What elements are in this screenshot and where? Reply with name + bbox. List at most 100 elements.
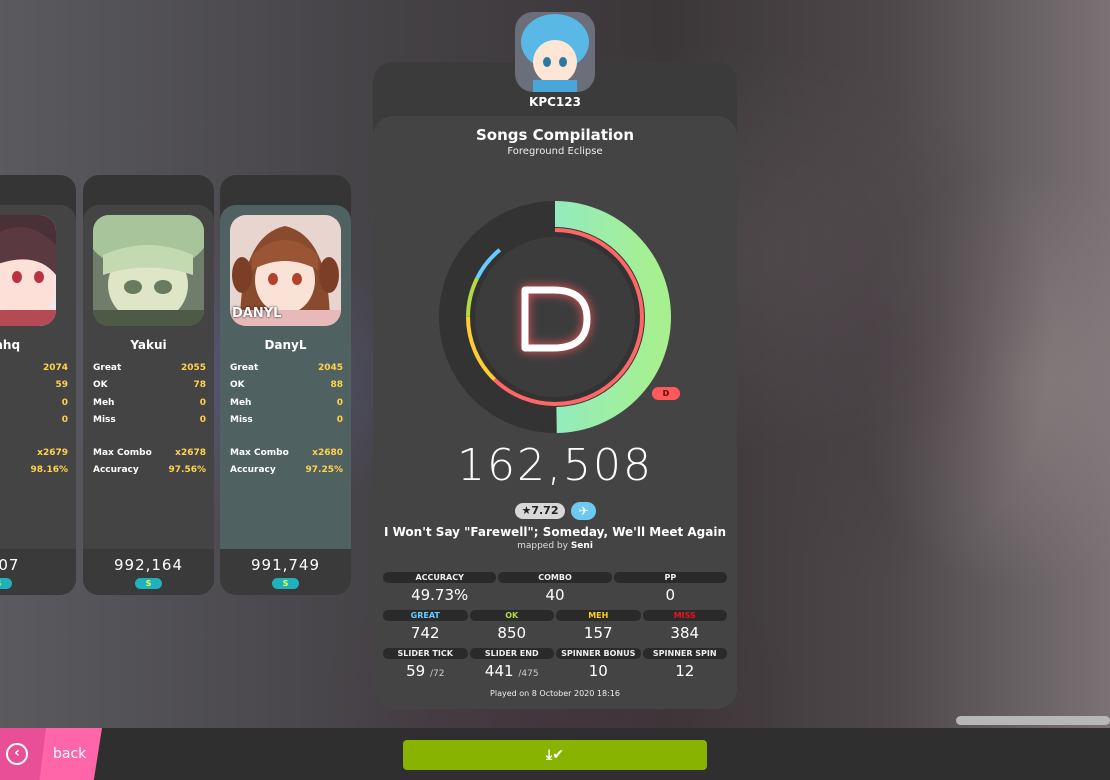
- played-date: Played on 8 October 2020 18:16: [490, 689, 620, 698]
- meh-label: Meh: [93, 397, 115, 408]
- stat-label: SLIDER TICK: [383, 648, 468, 659]
- miss-label: Miss: [93, 415, 116, 426]
- ok-label: OK: [93, 380, 108, 391]
- stat-value: 10: [588, 662, 608, 680]
- stat-label: PP: [613, 572, 727, 583]
- stat-pp: PP 0: [613, 572, 727, 604]
- meh-count: 0: [61, 397, 68, 408]
- stat-label: GREAT: [383, 610, 468, 621]
- username[interactable]: KPC123: [373, 95, 737, 109]
- mapped-by-label: mapped by: [517, 541, 568, 551]
- ok-label: OK: [230, 380, 245, 391]
- rank-badge: S: [272, 578, 299, 589]
- accuracy-value: 97.25%: [305, 464, 344, 475]
- download-replay-button[interactable]: ⤓✔: [403, 740, 707, 770]
- stat-label: SLIDER END: [469, 648, 554, 659]
- avatar-text: DANYL: [232, 306, 282, 321]
- stat-label: MISS: [642, 610, 727, 621]
- stat-label: COMBO: [498, 572, 612, 583]
- max-combo-label: Max Combo: [230, 447, 289, 458]
- stat-value: 850: [497, 624, 527, 642]
- chevron-left-icon[interactable]: ‹: [6, 743, 28, 765]
- stat-label: MEH: [556, 610, 641, 621]
- player-name: aLeahq: [0, 338, 21, 352]
- max-combo-value: x2679: [37, 447, 68, 458]
- back-label[interactable]: back: [53, 746, 86, 762]
- leaderboard-card-3[interactable]: DANYL DanyL Great 2045 OK 88 Meh 0 Miss 0 Ma…: [220, 175, 351, 595]
- beatmap-artist: Foreground Eclipse: [507, 146, 603, 157]
- great-label: Great: [230, 363, 259, 373]
- stat-value: 49.73%: [411, 586, 469, 604]
- airplane-icon: ✈: [571, 502, 596, 520]
- stat-accuracy: ACCURACY 49.73%: [383, 572, 497, 604]
- leaderboard-card-2[interactable]: Yakui Great 2055 OK 78 Meh 0 Miss 0 Max Comb…: [83, 175, 214, 595]
- player-name: Yakui: [130, 338, 167, 352]
- star-rating-pill: ★7.72: [515, 503, 565, 519]
- meh-count: 0: [199, 397, 206, 408]
- accuracy-label: Accuracy: [230, 464, 276, 475]
- great-count: 2055: [180, 363, 206, 373]
- mapper-name[interactable]: Seni: [571, 541, 593, 551]
- total-score: 4,207: [0, 556, 20, 574]
- stat-label: SPINNER SPIN: [642, 648, 727, 659]
- stat-miss: MISS 384: [642, 610, 727, 642]
- meh-count: 0: [336, 397, 343, 408]
- rank-badge: S: [135, 578, 162, 589]
- meh-label: Meh: [230, 397, 252, 408]
- total-score: 992,164: [113, 556, 184, 574]
- stat-max: /475: [518, 669, 539, 679]
- miss-count: 0: [336, 415, 343, 426]
- great-count: 2074: [42, 363, 68, 373]
- stat-spinner-spin: SPINNER SPIN 12: [642, 648, 727, 680]
- miss-count: 0: [61, 415, 68, 426]
- max-combo-value: x2680: [312, 447, 343, 458]
- total-score: 991,749: [250, 556, 321, 574]
- stat-value: 384: [670, 624, 700, 642]
- stats-row-bottom: SLIDER TICK 59 /72 SLIDER END 441 /475 SPI…: [383, 648, 727, 680]
- accuracy-label: Accuracy: [93, 464, 139, 475]
- great-label: Great: [93, 363, 122, 373]
- rank-badge: D: [652, 387, 680, 400]
- difficulty-name: I Won't Say "Farewell"; Someday, We'll M…: [383, 525, 727, 539]
- miss-label: Miss: [230, 415, 253, 426]
- ok-count: 88: [330, 380, 343, 391]
- mapper-line: mapped by Seni: [373, 541, 737, 551]
- stat-ok: OK 850: [469, 610, 554, 642]
- leaderboard-card-1[interactable]: aLeahq 2074 59 0 0 box2679 98.16% 4,207 …: [0, 175, 76, 595]
- stat-value: 441: [484, 662, 514, 680]
- stat-label: SPINNER BONUS: [556, 648, 641, 659]
- stat-value: 0: [665, 586, 676, 604]
- player-avatar: [0, 215, 56, 326]
- ok-count: 78: [193, 380, 206, 391]
- accuracy-value: 98.16%: [30, 464, 69, 475]
- max-combo-label: Max Combo: [93, 447, 152, 458]
- player-avatar: DANYL: [230, 215, 341, 326]
- total-score: 162,508: [457, 440, 653, 491]
- great-count: 2045: [317, 363, 343, 373]
- stat-max: /72: [429, 669, 445, 679]
- stats-row-top: ACCURACY 49.73% COMBO 40 PP 0: [383, 572, 727, 604]
- stat-slider-end: SLIDER END 441 /475: [469, 648, 554, 680]
- max-combo-value: x2678: [175, 447, 206, 458]
- stat-label: ACCURACY: [383, 572, 497, 583]
- accuracy-value: 97.56%: [168, 464, 207, 475]
- stat-value: 742: [410, 624, 440, 642]
- stat-slider-tick: SLIDER TICK 59 /72: [383, 648, 468, 680]
- beatmap-title: Songs Compilation: [475, 126, 635, 144]
- user-avatar-icon[interactable]: [515, 12, 595, 92]
- stat-meh: MEH 157: [556, 610, 641, 642]
- player-name: DanyL: [264, 338, 307, 352]
- stat-value: 157: [583, 624, 613, 642]
- stats-row-hits: GREAT 742 OK 850 MEH 157 MISS 384: [383, 610, 727, 642]
- player-avatar: [93, 215, 204, 326]
- stat-value: 59: [406, 662, 426, 680]
- accuracy-ring: [439, 201, 671, 433]
- miss-count: 0: [199, 415, 206, 426]
- stat-label: OK: [469, 610, 554, 621]
- ok-count: 59: [55, 380, 68, 391]
- horizontal-scrollbar[interactable]: [956, 716, 1110, 725]
- stat-value: 12: [675, 662, 695, 680]
- rank-badge: S: [0, 578, 12, 589]
- stat-great: GREAT 742: [383, 610, 468, 642]
- download-check-icon: ⤓✔: [546, 747, 564, 763]
